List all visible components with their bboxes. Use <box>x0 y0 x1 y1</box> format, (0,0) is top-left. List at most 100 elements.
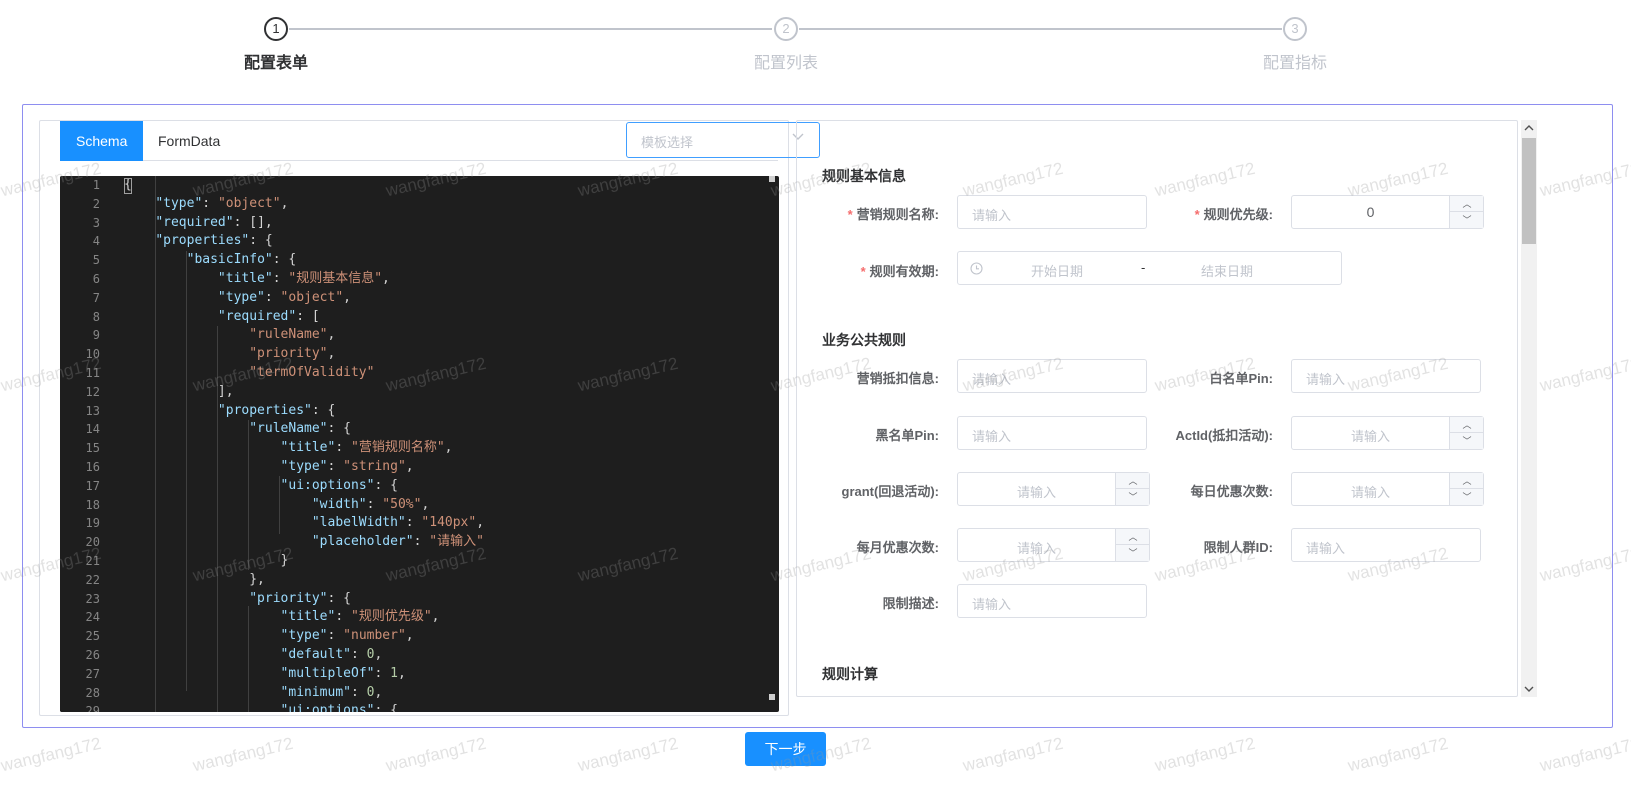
editor-tabs: Schema FormData 模板选择 <box>60 121 820 161</box>
code-line: "labelWidth": "140px", <box>311 515 485 531</box>
section-title-rule-calc: 规则计算 <box>822 666 878 682</box>
code-line: } <box>124 552 289 568</box>
code-line: "properties": { <box>217 402 336 418</box>
line-number: 8 <box>92 309 100 324</box>
actid-number-input[interactable]: 请输入 ︿ ﹀ <box>1291 416 1484 450</box>
line-number: 5 <box>92 253 100 268</box>
section-title-common-rules: 业务公共规则 <box>822 332 906 348</box>
whitelist-pin-input[interactable]: 请输入 <box>1291 359 1481 393</box>
start-date-placeholder: 开始日期 <box>1031 264 1084 279</box>
range-separator: - <box>1141 260 1146 275</box>
actid-stepper: ︿ ﹀ <box>1449 417 1484 449</box>
section-title-basic-info: 规则基本信息 <box>822 168 906 184</box>
next-step-button[interactable]: 下一步 <box>745 732 826 766</box>
code-line: "priority", <box>249 346 336 362</box>
increment-button[interactable]: ︿ <box>1450 196 1484 212</box>
code-editor[interactable]: 1 2 3 4 5 6 7 8 9 10 11 12 13 14 15 16 17 18 19 20 21 22 23 24 2… <box>60 176 779 712</box>
priority-label: * 规则优先级: <box>1194 207 1273 222</box>
cursor-bracket-highlight <box>124 178 132 194</box>
increment-button[interactable]: ︿ <box>1450 473 1484 489</box>
daily-discount-input[interactable]: 请输入 ︿ ﹀ <box>1291 472 1484 506</box>
daily-discount-stepper: ︿ ﹀ <box>1449 473 1484 505</box>
priority-number-input[interactable]: 0 ︿ ﹀ <box>1291 195 1484 229</box>
form-preview-panel: 规则基本信息 * 营销规则名称: 请输入 * 规则优先级: 0 ︿ ﹀ * 规则有效期… <box>796 120 1518 697</box>
line-number: 24 <box>85 610 100 625</box>
code-line: "termOfValidity" <box>249 364 375 380</box>
code-area[interactable]: { "type": "object", "required": [], "pro… <box>124 176 765 712</box>
line-number: 3 <box>92 215 100 230</box>
template-select[interactable]: 模板选择 <box>626 122 820 158</box>
decrement-button[interactable]: ﹀ <box>1450 212 1484 228</box>
code-line: "type": "number", <box>280 628 414 644</box>
code-line: "minimum": 0, <box>280 684 383 700</box>
limit-desc-input[interactable]: 请输入 <box>957 584 1147 618</box>
line-number: 27 <box>85 666 100 681</box>
code-line: "multipleOf": 1, <box>280 665 406 681</box>
priority-stepper: ︿ ﹀ <box>1449 196 1484 228</box>
code-line: "type": "object", <box>217 289 351 305</box>
watermark-text: wangfang172 <box>1346 733 1450 776</box>
step-connector <box>799 28 1282 30</box>
decrement-button[interactable]: ﹀ <box>1450 433 1484 449</box>
line-number: 26 <box>85 647 100 662</box>
steps-bar: 1 配置表单 2 配置列表 3 配置指标 <box>0 0 1631 80</box>
required-mark: * <box>847 207 853 222</box>
tab-schema[interactable]: Schema <box>60 121 144 161</box>
line-number: 2 <box>92 196 100 211</box>
watermark-text: wangfang172 <box>1153 733 1257 776</box>
crowd-id-input[interactable]: 请输入 <box>1291 528 1481 562</box>
schema-editor-panel: Schema FormData 模板选择 1 2 3 4 5 6 7 8 9 10 11 12 13 14… <box>39 120 820 716</box>
code-line: "placeholder": "请输入" <box>311 534 484 550</box>
code-line: "priority": { <box>249 590 351 606</box>
line-number: 19 <box>85 516 100 531</box>
watermark-text: wangfang172 <box>961 733 1065 776</box>
increment-button[interactable]: ︿ <box>1450 417 1484 433</box>
decrement-button[interactable]: ﹀ <box>1450 489 1484 505</box>
line-number: 28 <box>85 685 100 700</box>
line-number: 10 <box>85 347 100 362</box>
step-1-title: 配置表单 <box>243 55 308 72</box>
step-1-circle: 1 <box>264 17 288 41</box>
rule-name-label: * 营销规则名称: <box>847 207 939 222</box>
code-line: }, <box>124 571 265 587</box>
code-line: { <box>124 177 132 192</box>
code-line: "ruleName": { <box>249 421 351 437</box>
line-number: 22 <box>85 572 100 587</box>
editor-scrollbar[interactable] <box>769 176 775 712</box>
line-number: 9 <box>92 328 100 343</box>
end-date-placeholder: 结束日期 <box>1201 264 1254 279</box>
line-number: 16 <box>85 459 100 474</box>
step-3-title: 配置指标 <box>1262 55 1327 72</box>
line-number: 11 <box>85 365 100 380</box>
form-panel-scrollbar[interactable] <box>1521 120 1537 697</box>
scroll-up-icon[interactable] <box>1524 123 1534 133</box>
line-number: 12 <box>85 384 100 399</box>
clock-icon <box>970 262 983 275</box>
watermark-text: wangfang172 <box>1538 733 1631 776</box>
grant-number-input[interactable]: 请输入 ︿ ﹀ <box>957 472 1150 506</box>
blacklist-pin-label: 黑名单Pin: <box>875 428 939 443</box>
line-number: 15 <box>85 441 100 456</box>
actid-label: ActId(抵扣活动): <box>1175 428 1274 443</box>
scroll-thumb[interactable] <box>1522 138 1536 244</box>
validity-date-range[interactable]: 开始日期 - 结束日期 <box>957 251 1342 285</box>
step-2-circle: 2 <box>774 17 798 41</box>
deduction-info-label: 营销抵扣信息: <box>856 371 939 386</box>
line-number: 1 <box>92 178 100 192</box>
code-line: "title": "营销规则名称", <box>280 440 453 456</box>
daily-discount-label: 每日优惠次数: <box>1190 484 1273 499</box>
placeholder: 请输入 <box>972 208 1012 223</box>
line-number: 21 <box>85 553 100 568</box>
blacklist-pin-input[interactable]: 请输入 <box>957 416 1147 450</box>
scroll-down-icon[interactable] <box>1524 684 1534 694</box>
watermark-text: wangfang172 <box>384 733 488 776</box>
code-line: "type": "string", <box>280 458 414 474</box>
code-line: "width": "50%", <box>311 496 430 512</box>
monthly-discount-input[interactable]: 请输入 ︿ ﹀ <box>957 528 1150 562</box>
template-select-placeholder: 模板选择 <box>641 135 694 150</box>
deduction-info-input[interactable]: 请输入 <box>957 359 1147 393</box>
rule-name-input[interactable]: 请输入 <box>957 195 1147 229</box>
tab-formdata[interactable]: FormData <box>142 121 236 161</box>
required-mark: * <box>1194 207 1200 222</box>
crowd-id-label: 限制人群ID: <box>1203 540 1273 555</box>
